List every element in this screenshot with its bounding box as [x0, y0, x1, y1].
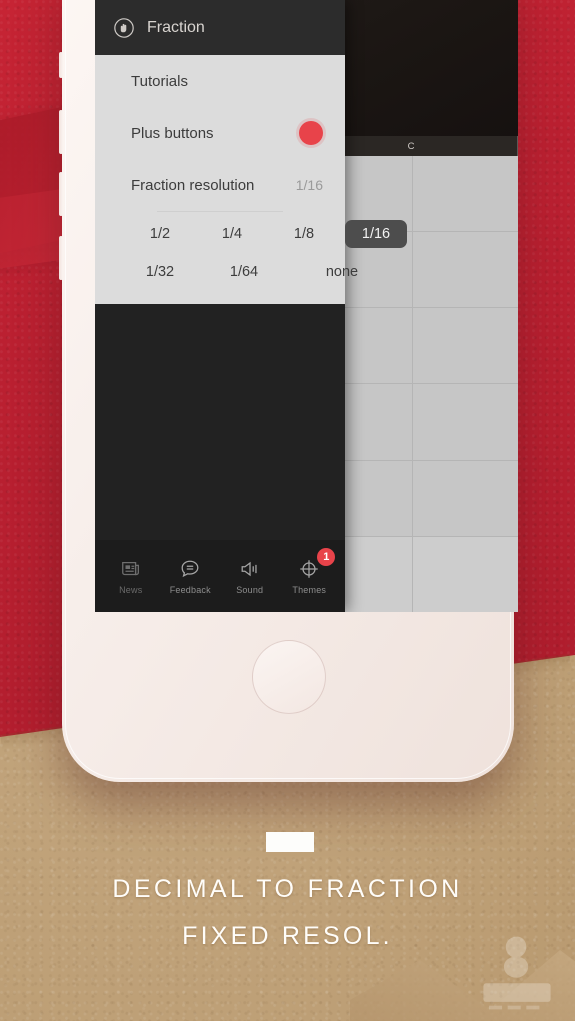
caption-line-1: DECIMAL TO FRACTION [112, 875, 463, 903]
device-screen: 2.76in ≈ 2 3 4 SWITCH C [95, 0, 518, 612]
resolution-option-1-2[interactable]: 1/2 [129, 220, 191, 248]
nav-label-news: News [119, 584, 143, 595]
site-watermark-icon [469, 931, 565, 1015]
resolution-option-1-32[interactable]: 1/32 [129, 258, 191, 286]
resolution-option-1-8[interactable]: 1/8 [273, 220, 335, 248]
volume-down-button[interactable] [59, 172, 63, 216]
screenshot-stage: 2.76in ≈ 2 3 4 SWITCH C [0, 0, 575, 1021]
speech-bubble-icon [179, 558, 201, 580]
volume-up-button[interactable] [59, 110, 63, 154]
plus-buttons-label: Plus buttons [131, 124, 214, 142]
volume-extra-button[interactable] [59, 236, 63, 280]
settings-row-plus-buttons[interactable]: Plus buttons [95, 107, 345, 159]
nav-item-themes[interactable]: 1 Themes [281, 547, 337, 595]
nav-label-themes: Themes [292, 584, 327, 595]
resolution-option-none[interactable]: none [311, 258, 373, 286]
op-key-g[interactable] [413, 536, 518, 612]
op-key-c[interactable] [413, 308, 518, 384]
fraction-resolution-label: Fraction resolution [131, 176, 255, 194]
resolution-options-row-1: 1/2 1/4 1/8 1/16 [95, 212, 407, 248]
home-button[interactable] [252, 640, 326, 714]
nav-item-sound[interactable]: Sound [222, 558, 278, 595]
speaker-icon [239, 558, 261, 580]
resolution-option-1-4[interactable]: 1/4 [201, 220, 263, 248]
caption-divider [266, 832, 314, 852]
resolution-options-row-2: 1/32 1/64 none [95, 248, 358, 286]
settings-row-tutorials[interactable]: Tutorials [95, 55, 345, 107]
resolution-option-1-64[interactable]: 1/64 [213, 258, 275, 286]
nav-item-feedback[interactable]: Feedback [162, 558, 218, 595]
nav-item-news[interactable]: News [103, 558, 159, 595]
drawer-bottom-nav: News Feedback Sound 1 Themes [95, 540, 345, 612]
settings-row-fraction-resolution[interactable]: Fraction resolution 1/16 [95, 159, 345, 211]
op-key-d[interactable] [413, 384, 518, 460]
nav-label-feedback: Feedback [169, 584, 211, 595]
resolution-option-1-16[interactable]: 1/16 [345, 220, 407, 248]
settings-drawer: Fraction Tutorials Plus buttons Fraction… [95, 0, 407, 612]
drawer-title: Fraction [147, 18, 205, 36]
news-icon [120, 558, 142, 580]
op-key-b[interactable] [413, 232, 518, 308]
op-key-e[interactable] [413, 460, 518, 536]
settings-panel: Tutorials Plus buttons Fraction resoluti… [95, 55, 407, 304]
tutorials-label: Tutorials [131, 72, 188, 90]
iphone-device: 2.76in ≈ 2 3 4 SWITCH C [59, 0, 518, 782]
nav-label-sound: Sound [236, 584, 264, 595]
drawer-empty-area [95, 304, 345, 540]
unit-key-d[interactable] [413, 156, 518, 232]
drawer-header: Fraction [95, 0, 345, 55]
fraction-resolution-value: 1/16 [295, 177, 323, 193]
mute-switch[interactable] [59, 52, 63, 78]
hand-icon [113, 17, 135, 39]
plus-buttons-toggle[interactable] [299, 121, 323, 145]
themes-badge: 1 [317, 547, 336, 566]
